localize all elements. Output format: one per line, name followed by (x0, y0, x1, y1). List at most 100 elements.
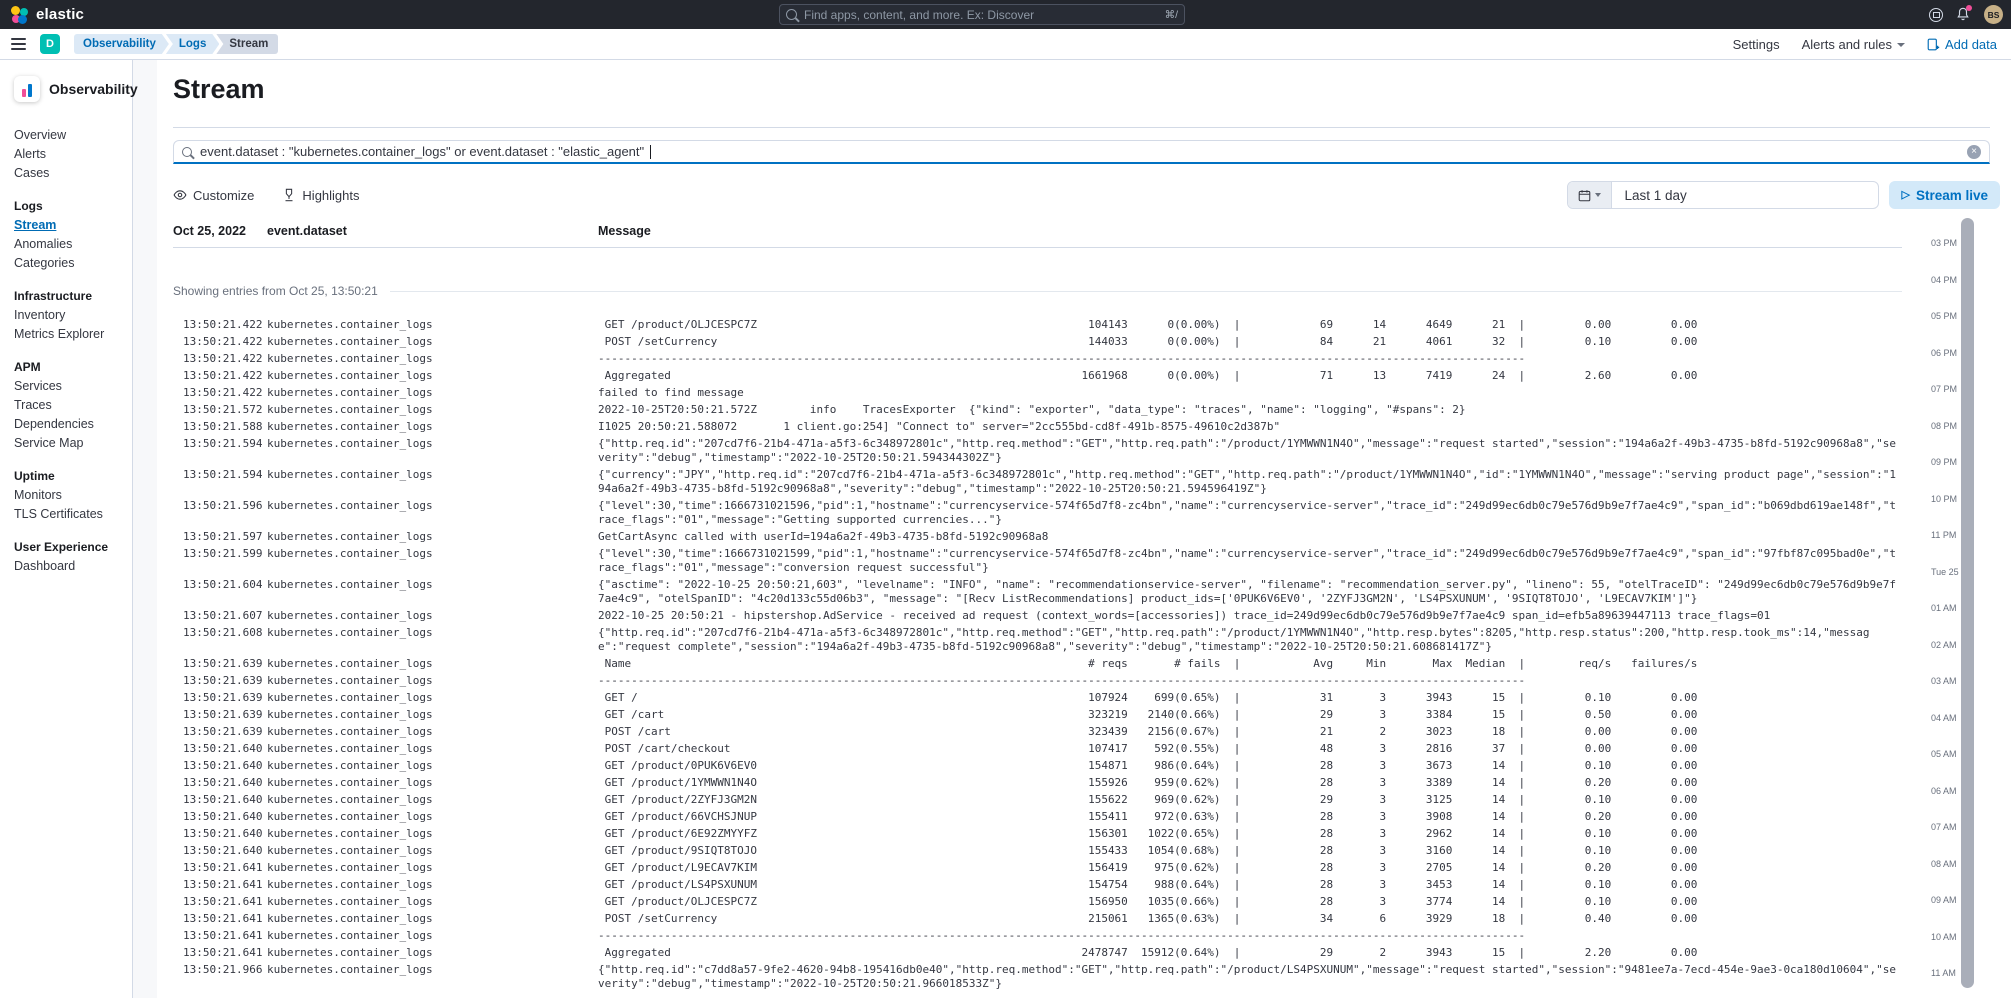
log-row[interactable]: 13:50:21.422kubernetes.container_logs---… (183, 352, 1918, 366)
sidebar-item-traces[interactable]: Traces (14, 396, 118, 415)
breadcrumb-item-logs[interactable]: Logs (166, 34, 219, 54)
log-row[interactable]: 13:50:21.422kubernetes.container_logs PO… (183, 335, 1918, 349)
log-row[interactable]: 13:50:21.641kubernetes.container_logs Ag… (183, 946, 1918, 960)
sidebar-item-monitors[interactable]: Monitors (14, 486, 118, 505)
sidebar-item-metrics-explorer[interactable]: Metrics Explorer (14, 325, 118, 344)
log-row[interactable]: 13:50:21.641kubernetes.container_logs PO… (183, 912, 1918, 926)
log-timestamp: 13:50:21.641 (183, 861, 267, 875)
log-dataset: kubernetes.container_logs (267, 691, 598, 705)
customize-label: Customize (193, 188, 254, 203)
log-timestamp: 13:50:21.422 (183, 335, 267, 349)
log-row[interactable]: 13:50:21.422kubernetes.container_logs Ag… (183, 369, 1918, 383)
log-row[interactable]: 13:50:21.599kubernetes.container_logs{"l… (183, 547, 1918, 575)
highlights-button[interactable]: Highlights (282, 188, 359, 203)
elastic-logo-icon (10, 5, 29, 24)
settings-link[interactable]: Settings (1733, 37, 1780, 52)
log-message: {"asctime": "2022-10-25 20:50:21,603", "… (598, 578, 1900, 606)
log-dataset: kubernetes.container_logs (267, 827, 598, 841)
sidebar-section-user-experience: User Experience (14, 538, 118, 557)
log-row[interactable]: 13:50:21.594kubernetes.container_logs{"c… (183, 468, 1918, 496)
log-timestamp: 13:50:21.640 (183, 810, 267, 824)
log-row[interactable]: 13:50:21.597kubernetes.container_logsGet… (183, 530, 1918, 544)
log-message: ----------------------------------------… (598, 929, 1900, 943)
sidebar-item-dependencies[interactable]: Dependencies (14, 415, 118, 434)
sidebar-item-service-map[interactable]: Service Map (14, 434, 118, 453)
log-dataset: kubernetes.container_logs (267, 776, 598, 790)
log-rows: 13:50:21.422kubernetes.container_logs GE… (173, 318, 1918, 998)
log-row[interactable]: 13:50:21.608kubernetes.container_logs{"h… (183, 626, 1918, 654)
stream-live-button[interactable]: ▷ Stream live (1889, 181, 2000, 209)
calendar-button[interactable] (1568, 182, 1612, 208)
sidebar: Observability OverviewAlertsCasesLogsStr… (0, 60, 133, 998)
scrollbar[interactable] (1961, 218, 1974, 988)
log-message: GetCartAsync called with userId=194a6a2f… (598, 530, 1900, 544)
alerts-and-rules-menu[interactable]: Alerts and rules (1802, 37, 1905, 52)
sidebar-item-dashboard[interactable]: Dashboard (14, 557, 118, 576)
log-row[interactable]: 13:50:21.641kubernetes.container_logs GE… (183, 861, 1918, 875)
breadcrumb-item-observability[interactable]: Observability (74, 34, 169, 54)
log-dataset: kubernetes.container_logs (267, 929, 598, 943)
column-header-message: Message (598, 224, 1902, 238)
log-dataset: kubernetes.container_logs (267, 912, 598, 926)
log-dataset: kubernetes.container_logs (267, 352, 598, 366)
log-row[interactable]: 13:50:21.594kubernetes.container_logs{"h… (183, 437, 1918, 465)
log-row[interactable]: 13:50:21.641kubernetes.container_logs GE… (183, 878, 1918, 892)
log-row[interactable]: 13:50:21.640kubernetes.container_logs GE… (183, 793, 1918, 807)
log-row[interactable]: 13:50:21.639kubernetes.container_logs Na… (183, 657, 1918, 671)
log-row[interactable]: 13:50:21.422kubernetes.container_logs GE… (183, 318, 1918, 332)
cloud-deployment-icon[interactable] (1929, 8, 1943, 22)
global-search-input[interactable] (804, 8, 1159, 22)
sidebar-item-alerts[interactable]: Alerts (14, 145, 118, 164)
log-row[interactable]: 13:50:21.588kubernetes.container_logsI10… (183, 420, 1918, 434)
sidebar-item-tls-certificates[interactable]: TLS Certificates (14, 505, 118, 524)
log-row[interactable]: 13:50:21.640kubernetes.container_logs GE… (183, 759, 1918, 773)
sidebar-item-anomalies[interactable]: Anomalies (14, 235, 118, 254)
log-row[interactable]: 13:50:21.639kubernetes.container_logs---… (183, 674, 1918, 688)
log-row[interactable]: 13:50:21.639kubernetes.container_logs GE… (183, 691, 1918, 705)
sidebar-item-categories[interactable]: Categories (14, 254, 118, 273)
space-badge[interactable]: D (40, 34, 60, 54)
menu-icon[interactable] (11, 38, 26, 50)
log-row[interactable]: 13:50:21.572kubernetes.container_logs202… (183, 403, 1918, 417)
log-row[interactable]: 13:50:21.596kubernetes.container_logs{"l… (183, 499, 1918, 527)
sidebar-section-uptime: Uptime (14, 467, 118, 486)
log-message: GET /product/6E92ZMYYFZ 156301 1022(0.65… (598, 827, 1900, 841)
add-data-button[interactable]: Add data (1927, 37, 1997, 52)
date-range-value[interactable]: Last 1 day (1612, 188, 1698, 203)
sidebar-item-cases[interactable]: Cases (14, 164, 118, 183)
log-row[interactable]: 13:50:21.604kubernetes.container_logs{"a… (183, 578, 1918, 606)
log-row[interactable]: 13:50:21.640kubernetes.container_logs GE… (183, 810, 1918, 824)
log-row[interactable]: 13:50:21.640kubernetes.container_logs PO… (183, 742, 1918, 756)
log-row[interactable]: 13:50:21.641kubernetes.container_logs GE… (183, 895, 1918, 909)
log-row[interactable]: 13:50:21.641kubernetes.container_logs---… (183, 929, 1918, 943)
log-dataset: kubernetes.container_logs (267, 437, 598, 451)
log-row[interactable]: 13:50:21.640kubernetes.container_logs GE… (183, 827, 1918, 841)
log-row[interactable]: 13:50:21.640kubernetes.container_logs GE… (183, 776, 1918, 790)
sidebar-item-services[interactable]: Services (14, 377, 118, 396)
log-message: POST /cart 323439 2156(0.67%) | 21 2 302… (598, 725, 1900, 739)
sidebar-item-inventory[interactable]: Inventory (14, 306, 118, 325)
elastic-logo[interactable]: elastic (0, 5, 84, 24)
notifications-button[interactable] (1956, 7, 1971, 22)
global-search[interactable]: ⌘/ (779, 4, 1185, 25)
log-message: GET /product/2ZYFJ3GM2N 155622 969(0.62%… (598, 793, 1900, 807)
log-timestamp: 13:50:21.641 (183, 912, 267, 926)
log-search-input[interactable]: event.dataset : "kubernetes.container_lo… (173, 140, 1990, 164)
log-row[interactable]: 13:50:21.966kubernetes.container_logs{"h… (183, 963, 1918, 991)
log-message: GET /product/L9ECAV7KIM 156419 975(0.62%… (598, 861, 1900, 875)
log-row[interactable]: 13:50:21.422kubernetes.container_logsfai… (183, 386, 1918, 400)
log-row[interactable]: 13:50:21.639kubernetes.container_logs GE… (183, 708, 1918, 722)
log-timestamp: 13:50:21.594 (183, 437, 267, 451)
avatar[interactable]: BS (1984, 5, 2003, 24)
sidebar-section-infrastructure: Infrastructure (14, 287, 118, 306)
log-row[interactable]: 13:50:21.640kubernetes.container_logs GE… (183, 844, 1918, 858)
clear-search-icon[interactable]: × (1967, 145, 1981, 159)
log-dataset: kubernetes.container_logs (267, 386, 598, 400)
log-message: {"level":30,"time":1666731021599,"pid":1… (598, 547, 1900, 575)
log-timestamp: 13:50:21.422 (183, 386, 267, 400)
sidebar-item-overview[interactable]: Overview (14, 126, 118, 145)
log-row[interactable]: 13:50:21.639kubernetes.container_logs PO… (183, 725, 1918, 739)
customize-button[interactable]: Customize (173, 188, 254, 203)
sidebar-item-stream[interactable]: Stream (14, 216, 118, 235)
log-row[interactable]: 13:50:21.607kubernetes.container_logs202… (183, 609, 1918, 623)
